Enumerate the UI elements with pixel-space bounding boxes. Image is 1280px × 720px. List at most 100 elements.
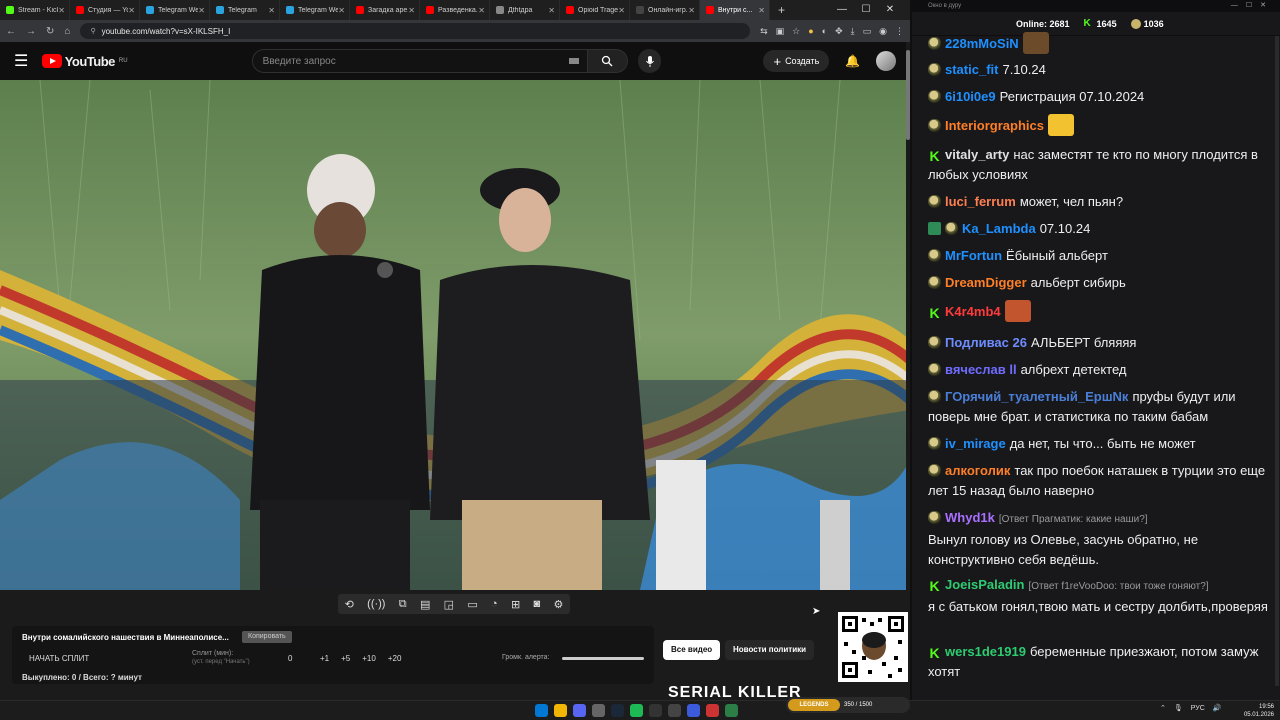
chat-username[interactable]: Ka_Lambda bbox=[962, 221, 1036, 236]
chat-username[interactable]: DreamDigger bbox=[945, 275, 1027, 290]
create-button[interactable]: + Создать bbox=[763, 50, 830, 72]
chat-username[interactable]: алкоголик bbox=[945, 463, 1010, 478]
voice-search-button[interactable] bbox=[637, 49, 662, 73]
new-tab-button[interactable]: + bbox=[770, 3, 793, 17]
tab-close-icon[interactable]: ✕ bbox=[128, 6, 135, 15]
chat-username[interactable]: vitaly_arty bbox=[945, 147, 1009, 162]
app4-icon[interactable] bbox=[706, 704, 719, 717]
chat-reply-context[interactable]: [Ответ f1reVooDoo: твои тоже гоняют?] bbox=[1028, 581, 1208, 592]
tab-close-icon[interactable]: ✕ bbox=[478, 6, 485, 15]
browser-tab[interactable]: Внутри с... ✕ bbox=[700, 0, 770, 20]
chat-username[interactable]: 228mMoSiN bbox=[945, 36, 1019, 51]
chat-username[interactable]: static_fit bbox=[945, 62, 998, 77]
speed-icon[interactable]: ◔ bbox=[491, 598, 498, 610]
tab-close-icon[interactable]: ✕ bbox=[198, 6, 205, 15]
browser-tab[interactable]: Онлайн-игр... ✕ bbox=[630, 0, 700, 20]
close-window-button[interactable]: ✕ bbox=[878, 0, 902, 20]
clapper-icon[interactable]: ▤ bbox=[420, 598, 430, 611]
tab-close-icon[interactable]: ✕ bbox=[408, 6, 415, 15]
increment-1-button[interactable]: +1 bbox=[320, 654, 329, 663]
sidebar-icon[interactable]: ▭ bbox=[863, 26, 872, 37]
tab-close-icon[interactable]: ✕ bbox=[268, 6, 275, 15]
extension-icon[interactable]: ◐ bbox=[822, 26, 827, 37]
screenshot-icon[interactable]: ▣ bbox=[776, 26, 785, 37]
start-icon[interactable] bbox=[535, 704, 548, 717]
chat-username[interactable]: MrFortun bbox=[945, 248, 1002, 263]
copy-badge[interactable]: Копировать bbox=[242, 631, 292, 643]
chat-window-controls[interactable]: —☐✕ bbox=[1231, 0, 1274, 12]
chat-username[interactable]: вячеслав ll bbox=[945, 362, 1017, 377]
menu-kebab-icon[interactable]: ⋮ bbox=[895, 26, 904, 37]
chip-all-videos[interactable]: Все видео bbox=[663, 640, 721, 660]
app-icon[interactable] bbox=[592, 704, 605, 717]
chat-username[interactable]: wers1de1919 bbox=[945, 644, 1026, 659]
browser-tab[interactable]: Дthtдра ✕ bbox=[490, 0, 560, 20]
theater-icon[interactable]: ▭ bbox=[467, 598, 477, 611]
language-indicator[interactable]: РУС bbox=[1191, 705, 1205, 712]
translate-icon[interactable]: ⇆ bbox=[760, 26, 768, 37]
clock[interactable]: 19:56 05.01.2026 bbox=[1240, 703, 1274, 719]
chat-username[interactable]: Interiorgraphics bbox=[945, 118, 1044, 133]
site-info-icon[interactable]: ⚲ bbox=[90, 27, 95, 35]
chat-username[interactable]: ГОрячий_туалетный_ЕршNк bbox=[945, 389, 1128, 404]
browser-tab[interactable]: Telegram ✕ bbox=[210, 0, 280, 20]
start-split-button[interactable]: НАЧАТЬ СПЛИТ bbox=[29, 654, 89, 663]
browser-tab[interactable]: Stream - Kick ✕ bbox=[0, 0, 70, 20]
extension-dot-icon[interactable]: ● bbox=[808, 26, 813, 37]
youtube-logo[interactable]: YouTube RU bbox=[41, 54, 240, 69]
notifications-bell-icon[interactable]: 🔔 bbox=[845, 54, 860, 68]
chat-username[interactable]: 6i10i0e9 bbox=[945, 89, 996, 104]
increment-5-button[interactable]: +5 bbox=[341, 654, 350, 663]
add-clip-icon[interactable]: ⊞ bbox=[511, 598, 520, 611]
browser-tab[interactable]: Telegram Web✕ bbox=[140, 0, 210, 20]
sound-icon[interactable]: 🔊 bbox=[1213, 704, 1222, 712]
tab-close-icon[interactable]: ✕ bbox=[548, 6, 555, 15]
minimize-button[interactable]: — bbox=[830, 0, 854, 20]
increment-10-button[interactable]: +10 bbox=[362, 654, 376, 663]
split-value[interactable]: 0 bbox=[288, 654, 292, 663]
keyboard-icon[interactable] bbox=[569, 58, 580, 64]
loop-icon[interactable]: ⟲ bbox=[345, 598, 354, 611]
chat-username[interactable]: Whyd1k bbox=[945, 510, 995, 525]
extensions-puzzle-icon[interactable]: ✥ bbox=[835, 26, 843, 37]
app2-icon[interactable] bbox=[668, 704, 681, 717]
tab-close-icon[interactable]: ✕ bbox=[338, 6, 345, 15]
tab-close-icon[interactable]: ✕ bbox=[688, 6, 695, 15]
download-icon[interactable]: ⤓ bbox=[851, 26, 855, 37]
app3-icon[interactable] bbox=[687, 704, 700, 717]
alert-volume-slider[interactable] bbox=[562, 657, 644, 660]
browser-tab[interactable]: Разведенка... ✕ bbox=[420, 0, 490, 20]
obs-icon[interactable] bbox=[649, 704, 662, 717]
profile-icon[interactable]: ◉ bbox=[879, 26, 887, 37]
chat-username[interactable]: K4r4mb4 bbox=[945, 304, 1001, 319]
browser-tab[interactable]: Студия — YouTube✕ bbox=[70, 0, 140, 20]
video-player[interactable] bbox=[0, 80, 910, 590]
url-field[interactable]: ⚲ youtube.com/watch?v=sX-IKLSFH_I bbox=[80, 23, 751, 39]
browser-tab[interactable]: Opioid Trage...✕ bbox=[560, 0, 630, 20]
chat-username[interactable]: iv_mirage bbox=[945, 436, 1006, 451]
tab-close-icon[interactable]: ✕ bbox=[618, 6, 625, 15]
game-widget[interactable]: LEGENDS 350 / 1500 bbox=[786, 697, 910, 713]
camera-icon[interactable]: ◙ bbox=[534, 598, 541, 610]
chat-username[interactable]: luci_ferrum bbox=[945, 194, 1016, 209]
forward-icon[interactable]: → bbox=[26, 26, 36, 37]
chat-username[interactable]: Подливас 26 bbox=[945, 335, 1027, 350]
browser-tab[interactable]: Загадка аре...✕ bbox=[350, 0, 420, 20]
pip-icon[interactable]: ◲ bbox=[444, 598, 454, 611]
browser-tab[interactable]: Telegram Web✕ bbox=[280, 0, 350, 20]
page-scrollbar-thumb[interactable] bbox=[906, 50, 910, 140]
hamburger-menu-icon[interactable]: ☰ bbox=[14, 51, 42, 71]
tab-close-icon[interactable]: ✕ bbox=[58, 6, 65, 15]
spotify-icon[interactable] bbox=[630, 704, 643, 717]
chrome-icon[interactable] bbox=[554, 704, 567, 717]
tray-mic-icon[interactable]: 🎙 bbox=[1174, 704, 1183, 712]
screen-record-icon[interactable]: ⧉ bbox=[399, 598, 407, 611]
back-icon[interactable]: ← bbox=[6, 26, 16, 37]
chip-politics-news[interactable]: Новости политики bbox=[725, 640, 815, 660]
discord-icon[interactable] bbox=[573, 704, 586, 717]
settings-gear-icon[interactable]: ⚙ bbox=[553, 598, 563, 611]
reload-icon[interactable]: ↻ bbox=[46, 26, 54, 37]
chat-reply-context[interactable]: [Ответ Прагматик: какие наши?] bbox=[999, 514, 1148, 525]
search-input[interactable]: Введите запрос bbox=[251, 49, 589, 73]
account-avatar[interactable] bbox=[876, 51, 896, 71]
